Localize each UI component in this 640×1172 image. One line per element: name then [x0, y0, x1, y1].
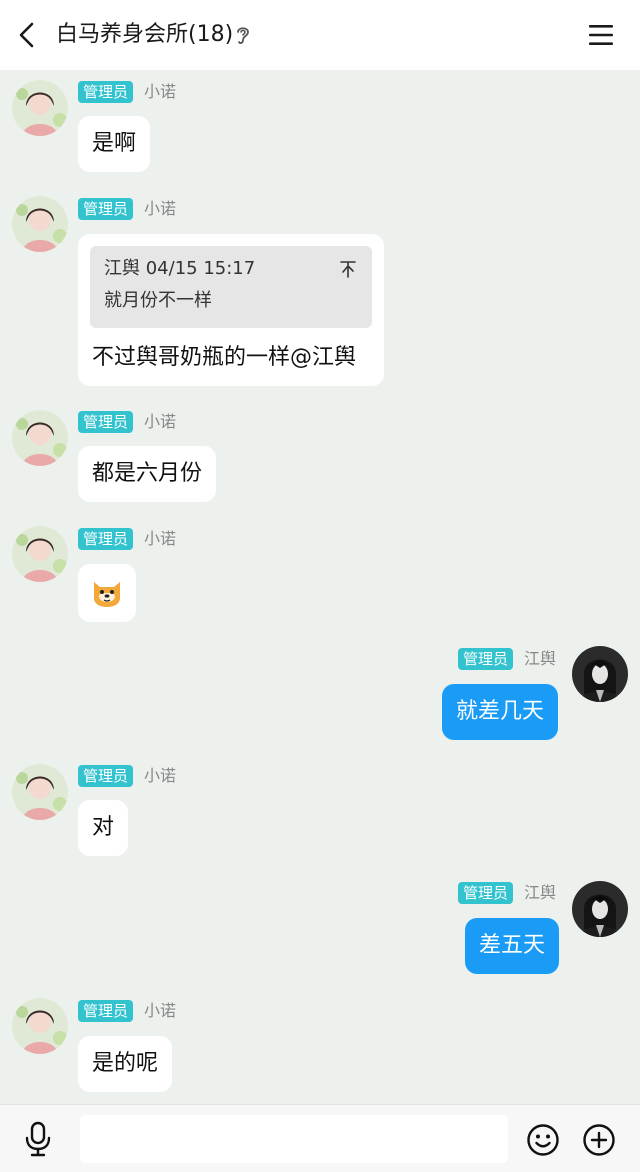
sender-name: 江舆 — [524, 883, 557, 902]
admin-badge: 管理员 — [78, 1000, 134, 1022]
message-bubble[interactable]: 是啊 — [78, 116, 151, 172]
admin-badge: 管理员 — [78, 81, 134, 103]
composer-bar — [0, 1104, 640, 1172]
sender-name: 小诺 — [144, 529, 177, 548]
admin-badge: 管理员 — [458, 648, 514, 670]
avatar[interactable] — [12, 526, 68, 582]
sender-name: 小诺 — [144, 199, 177, 218]
chat-title[interactable]: 白马养身会所(18) — [56, 20, 233, 50]
sender-name: 小诺 — [144, 412, 177, 431]
plus-circle-icon[interactable] — [582, 1123, 616, 1157]
sender-name: 江舆 — [524, 649, 557, 668]
sender-name: 小诺 — [144, 766, 177, 785]
avatar[interactable] — [572, 646, 628, 702]
smiley-icon[interactable] — [526, 1123, 560, 1157]
admin-badge: 管理员 — [458, 882, 514, 904]
top-bar: 白马养身会所(18) — [0, 0, 640, 70]
admin-badge: 管理员 — [78, 198, 134, 220]
sender-name: 小诺 — [144, 1001, 177, 1020]
message-bubble[interactable]: 对 — [78, 800, 129, 856]
sender-name: 小诺 — [144, 82, 177, 101]
back-icon[interactable] — [12, 19, 44, 51]
admin-badge: 管理员 — [78, 528, 134, 550]
emoji-bubble[interactable] — [78, 564, 136, 622]
reply-bubble[interactable]: 江舆 04/15 15:17 就月份不一样 不过舆哥奶瓶的一样@江舆 — [78, 234, 384, 386]
ear-icon[interactable] — [234, 24, 252, 46]
menu-icon[interactable] — [586, 20, 616, 50]
microphone-icon[interactable] — [22, 1121, 54, 1157]
message-bubble[interactable]: 是的呢 — [78, 1036, 173, 1092]
admin-badge: 管理员 — [78, 765, 134, 787]
avatar[interactable] — [12, 80, 68, 136]
message-bubble[interactable]: 都是六月份 — [78, 446, 217, 502]
quoted-message[interactable]: 江舆 04/15 15:17 就月份不一样 — [90, 246, 372, 328]
quote-text: 就月份不一样 — [104, 290, 212, 311]
message-input[interactable] — [80, 1115, 508, 1163]
my-message-bubble[interactable]: 就差几天 — [442, 684, 559, 740]
my-message-bubble[interactable]: 差五天 — [465, 918, 560, 974]
admin-badge: 管理员 — [78, 411, 134, 433]
quote-author-time: 江舆 04/15 15:17 — [104, 258, 256, 279]
avatar[interactable] — [572, 881, 628, 937]
avatar[interactable] — [12, 764, 68, 820]
avatar[interactable] — [12, 196, 68, 252]
quote-jump-icon[interactable] — [340, 260, 356, 278]
avatar[interactable] — [12, 998, 68, 1054]
doge-emoji-icon — [94, 582, 120, 607]
message-text: 不过舆哥奶瓶的一样@江舆 — [92, 345, 357, 370]
avatar[interactable] — [12, 410, 68, 466]
